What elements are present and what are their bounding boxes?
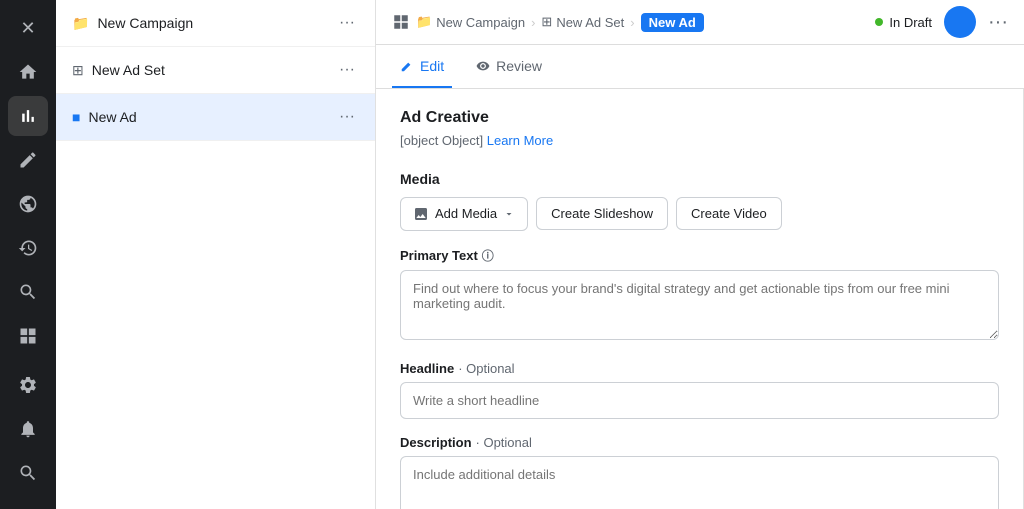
breadcrumb-campaign[interactable]: 📁 New Campaign <box>416 14 525 30</box>
ad-creative-title: Ad Creative <box>400 109 999 127</box>
draft-badge: In Draft <box>875 15 932 30</box>
headline-section: Headline · Optional <box>400 361 999 419</box>
top-bar-right: In Draft ··· <box>875 6 1008 38</box>
tab-edit[interactable]: Edit <box>392 46 452 88</box>
add-media-button[interactable]: Add Media <box>400 197 528 231</box>
top-bar: 📁 New Campaign › ⊞ New Ad Set › New Ad I… <box>376 0 1024 45</box>
create-video-button[interactable]: Create Video <box>676 197 782 230</box>
draft-dot <box>875 18 883 26</box>
media-controls: Add Media Create Slideshow Create Video <box>400 197 999 231</box>
breadcrumb-folder-icon: 📁 <box>416 14 432 30</box>
primary-text-info-icon[interactable]: ⓘ <box>482 247 494 264</box>
adset-label: New Ad Set <box>92 62 165 78</box>
content-area: Ad Creative [object Object] Learn More M… <box>376 89 1024 509</box>
tab-review-label: Review <box>496 58 542 74</box>
headline-label: Headline · Optional <box>400 361 999 376</box>
folder-icon: 📁 <box>72 15 89 32</box>
campaign-more-icon[interactable]: ··· <box>335 10 359 36</box>
tab-bar: Edit Review <box>376 45 1024 89</box>
chart-icon[interactable] <box>8 96 48 136</box>
ad-more-icon[interactable]: ··· <box>335 104 359 130</box>
primary-text-section: Primary Text ⓘ <box>400 247 999 345</box>
icon-bar: ✕ <box>0 0 56 509</box>
campaign-label: New Campaign <box>97 15 193 31</box>
headline-optional: · Optional <box>458 361 514 376</box>
breadcrumb-sep1: › <box>531 15 535 30</box>
primary-text-label: Primary Text ⓘ <box>400 247 999 264</box>
history-icon[interactable] <box>8 228 48 268</box>
headline-input[interactable] <box>400 382 999 419</box>
create-slideshow-button[interactable]: Create Slideshow <box>536 197 668 230</box>
adset-more-icon[interactable]: ··· <box>335 57 359 83</box>
home-icon[interactable] <box>8 52 48 92</box>
notifications-icon[interactable] <box>8 409 48 449</box>
ad-icon: ■ <box>72 109 80 125</box>
description-section: Description · Optional <box>400 435 999 509</box>
campaign-sidebar: 📁 New Campaign ··· ⊞ New Ad Set ··· ■ Ne… <box>56 0 376 509</box>
media-label: Media <box>400 171 999 187</box>
ad-creative-panel: Ad Creative [object Object] Learn More M… <box>376 89 1024 509</box>
adset-icon: ⊞ <box>72 62 84 79</box>
media-section: Media Add Media Create Slideshow Create … <box>400 171 999 231</box>
breadcrumb-adset[interactable]: ⊞ New Ad Set <box>541 14 624 30</box>
breadcrumb: 📁 New Campaign › ⊞ New Ad Set › New Ad <box>392 13 704 32</box>
draft-label: In Draft <box>889 15 932 30</box>
ad-creative-description: [object Object] Learn More <box>400 131 999 151</box>
description-optional: · Optional <box>476 435 532 450</box>
breadcrumb-ad-label: New Ad <box>649 15 696 30</box>
edit-icon[interactable] <box>8 140 48 180</box>
sidebar-item-campaign[interactable]: 📁 New Campaign ··· <box>56 0 375 47</box>
description-label: Description · Optional <box>400 435 999 450</box>
ad-creative-desc-text: [object Object] <box>400 133 483 148</box>
learn-more-link[interactable]: Learn More <box>487 133 553 148</box>
breadcrumb-campaign-label: New Campaign <box>436 15 525 30</box>
tab-review[interactable]: Review <box>468 46 550 88</box>
bottom-search-icon[interactable] <box>8 453 48 493</box>
breadcrumb-sep2: › <box>630 15 634 30</box>
close-button[interactable]: ✕ <box>8 8 48 48</box>
grid-icon[interactable] <box>8 316 48 356</box>
breadcrumb-ad[interactable]: New Ad <box>641 13 704 32</box>
more-options-button[interactable]: ··· <box>988 11 1008 34</box>
breadcrumb-toggle-icon[interactable] <box>392 13 410 31</box>
sidebar-item-adset[interactable]: ⊞ New Ad Set ··· <box>56 47 375 94</box>
search-icon[interactable] <box>8 272 48 312</box>
breadcrumb-adset-label: New Ad Set <box>556 15 624 30</box>
breadcrumb-adset-icon: ⊞ <box>541 14 552 30</box>
main-content: 📁 New Campaign › ⊞ New Ad Set › New Ad I… <box>376 0 1024 509</box>
globe-icon[interactable] <box>8 184 48 224</box>
description-input[interactable] <box>400 456 999 509</box>
user-avatar[interactable] <box>944 6 976 38</box>
ad-label: New Ad <box>88 109 136 125</box>
tab-edit-label: Edit <box>420 58 444 74</box>
add-media-label: Add Media <box>435 206 497 221</box>
settings-icon[interactable] <box>8 365 48 405</box>
primary-text-input[interactable] <box>400 270 999 340</box>
sidebar-item-ad[interactable]: ■ New Ad ··· <box>56 94 375 141</box>
